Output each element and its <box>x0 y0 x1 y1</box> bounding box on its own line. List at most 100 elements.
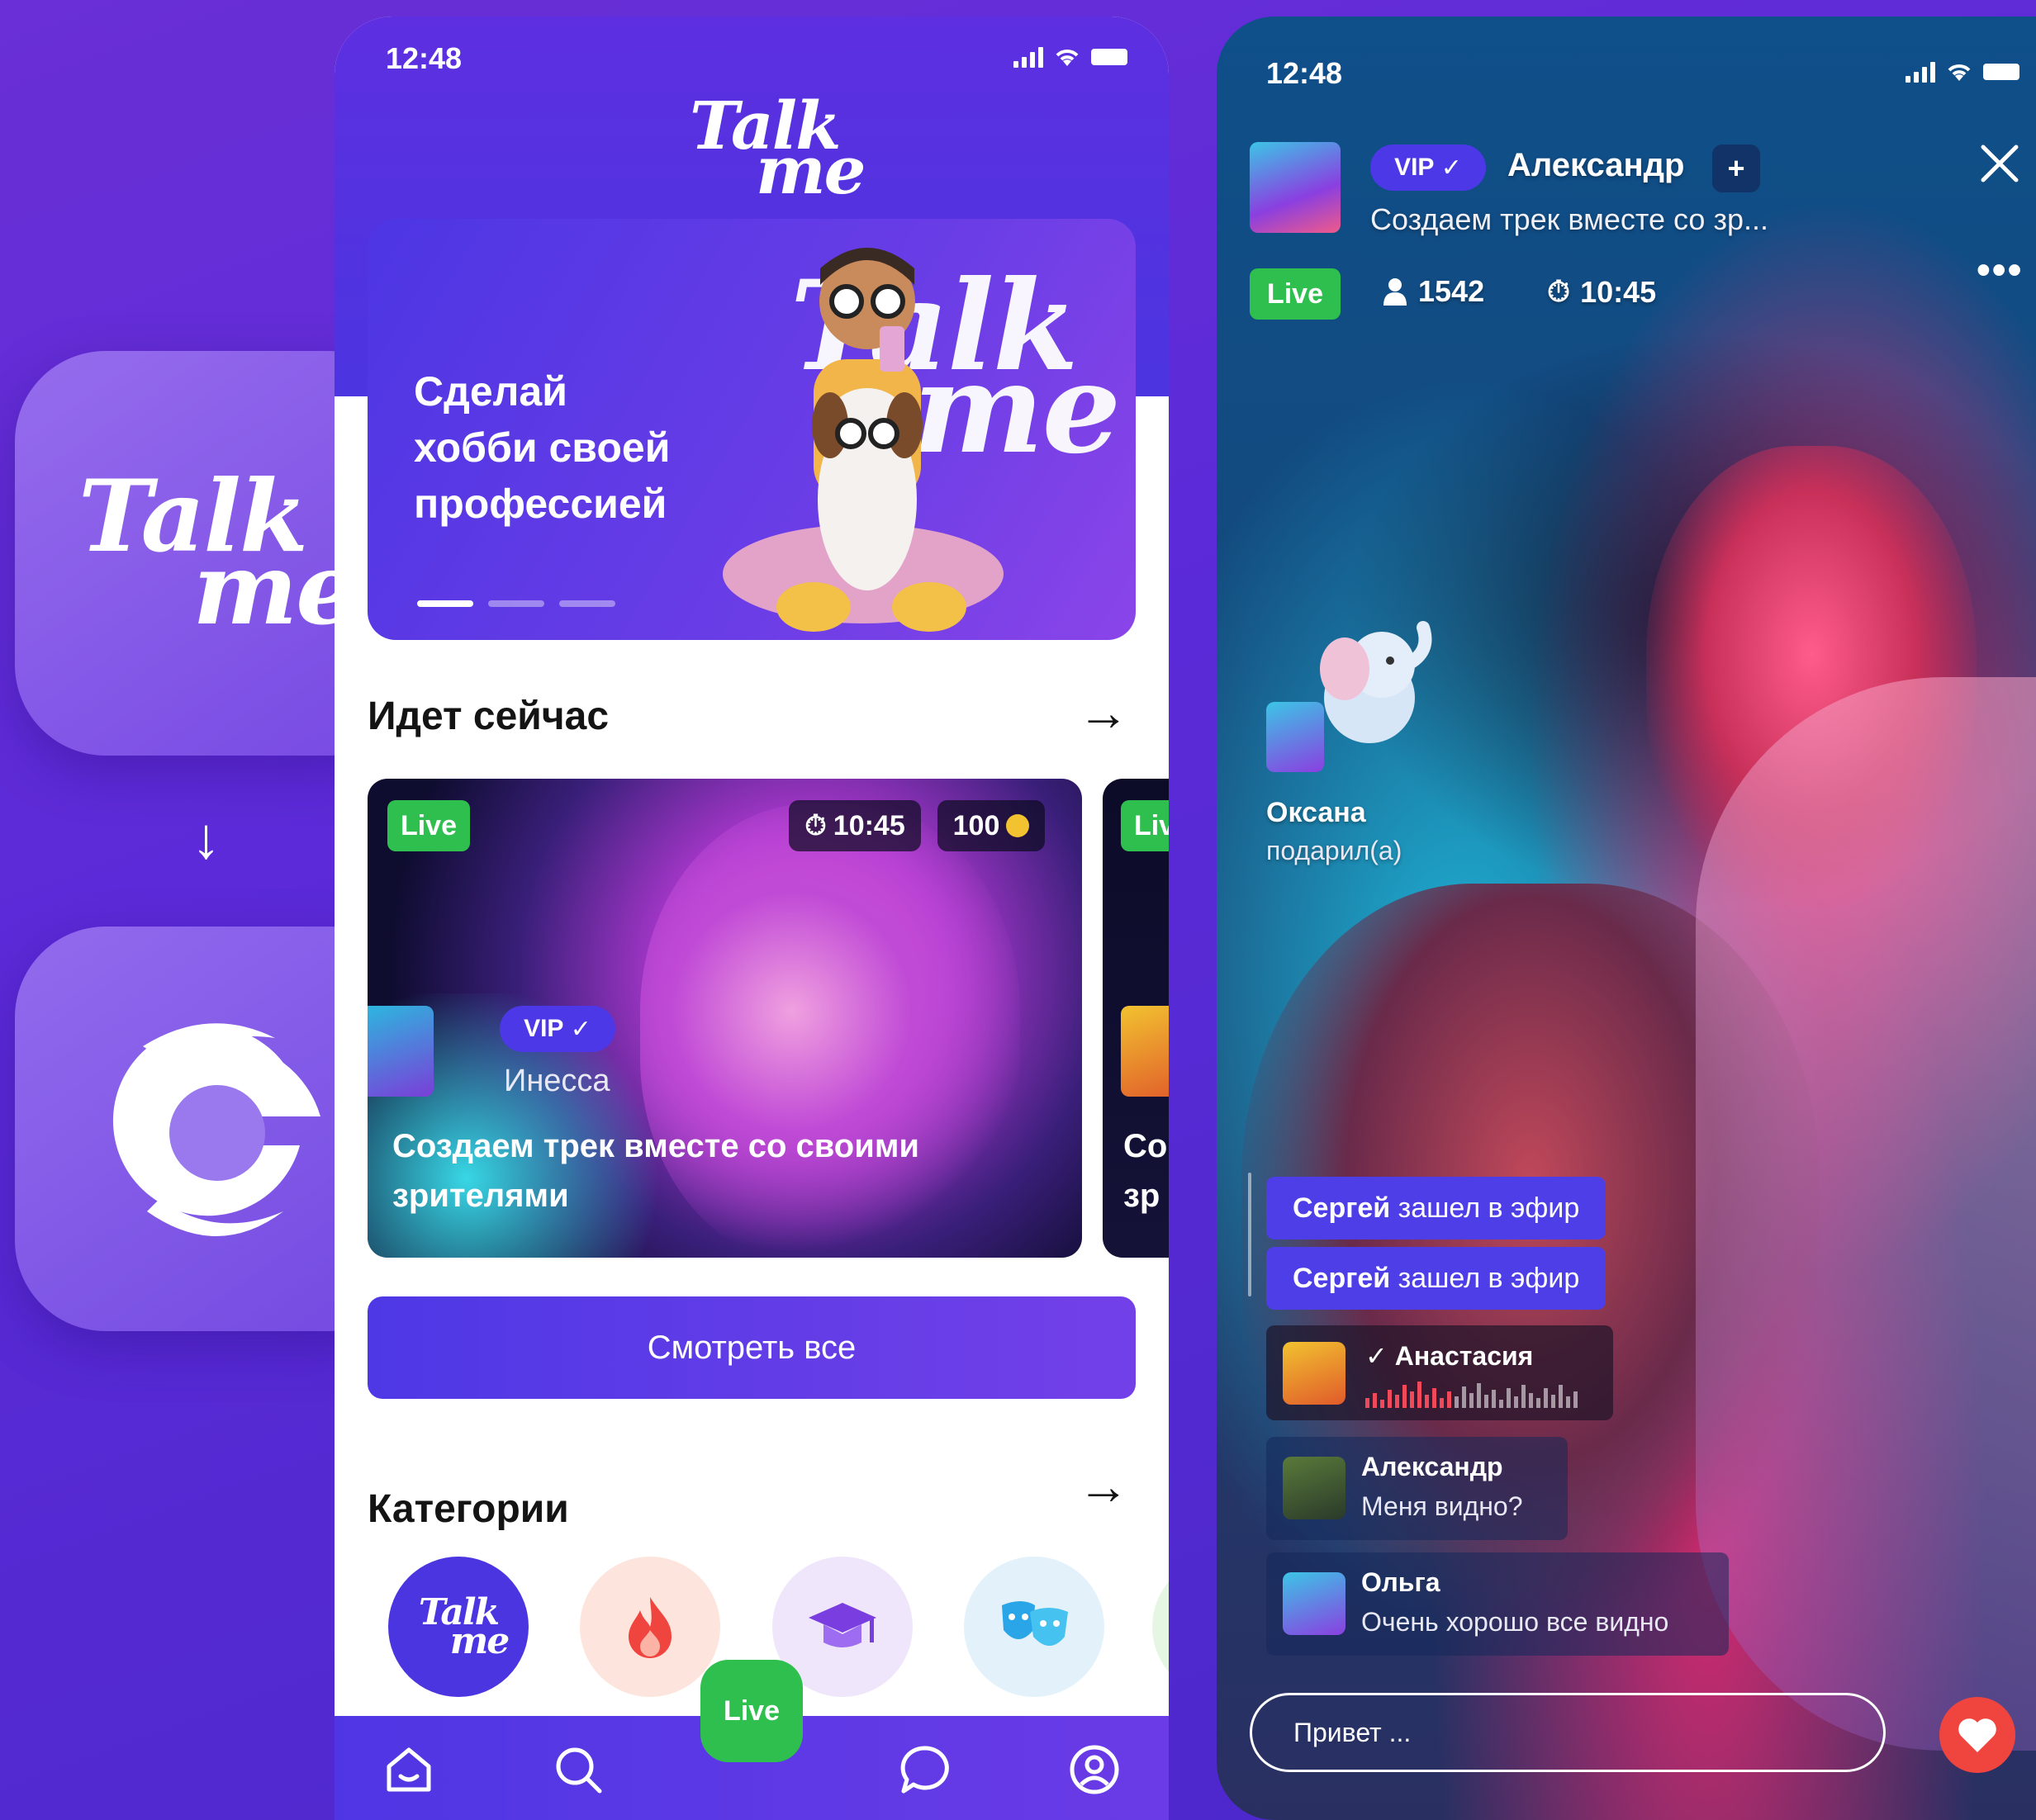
live-badge: Live <box>387 800 470 851</box>
live-badge: Live <box>1250 268 1341 320</box>
stream-title: Создаем трек вместе со зр... <box>1370 202 1768 236</box>
stopwatch-icon: ⏱ <box>1547 274 1571 308</box>
stream-duration-value: 10:45 <box>1580 274 1657 309</box>
graduation-cap-icon <box>809 1603 876 1647</box>
status-time-2: 12:48 <box>1266 56 1343 90</box>
stream-timer-value: 10:45 <box>833 809 905 841</box>
gift-action: подарил(а) <box>1266 836 1402 865</box>
join-event-text: зашел в эфир <box>1398 1192 1580 1224</box>
status-time: 12:48 <box>386 41 463 75</box>
banner-line-1: Сделай <box>414 368 567 415</box>
watch-all-button[interactable]: Смотреть все <box>368 1296 1136 1399</box>
tab-chat[interactable] <box>896 1741 954 1799</box>
signal-icon <box>1905 61 1935 83</box>
voice-sender-avatar[interactable] <box>1283 1342 1345 1405</box>
message-avatar[interactable] <box>1283 1457 1345 1519</box>
pagination-dot[interactable] <box>488 600 544 607</box>
wifi-icon <box>1056 50 1079 66</box>
stream-card[interactable]: Live ⏱ 10:45 100 VIP ✓ Инесса Создаем тр… <box>368 779 1082 1258</box>
follow-button[interactable]: + <box>1712 145 1760 192</box>
host-name[interactable]: Александр <box>1507 147 1684 184</box>
home-icon <box>387 1747 431 1792</box>
phone-stream-screen: 12:48 VIP ✓ Александр + Создаем трек вме… <box>1217 17 2036 1820</box>
like-button[interactable] <box>1939 1697 2015 1773</box>
stream-title: Создаем трек вместе со своими зрителями <box>392 1121 919 1220</box>
banner-headline: Сделай хобби своей профессией <box>414 363 670 532</box>
banner-line-2: хобби своей <box>414 424 671 471</box>
tab-live-button[interactable]: Live <box>700 1660 803 1762</box>
cat-logo-word-2: me <box>449 1620 510 1662</box>
join-event-user: Сергей <box>1293 1262 1391 1294</box>
battery-icon <box>1983 64 2019 80</box>
gift-sender-avatar[interactable] <box>1266 702 1324 772</box>
message-text: Меня видно? <box>1361 1491 1523 1521</box>
banner-line-3: профессией <box>414 481 667 527</box>
join-event-text: зашел в эфир <box>1398 1262 1580 1294</box>
g-logo-icon <box>112 1023 320 1236</box>
vip-label: VIP <box>524 1015 564 1042</box>
check-icon: ✓ <box>1365 1341 1388 1371</box>
chat-icon <box>900 1746 949 1794</box>
audio-waveform[interactable] <box>1365 1377 1597 1410</box>
category-more[interactable] <box>1152 1557 1169 1697</box>
promo-banner[interactable]: Talk me Сделай хобби своей профессией <box>368 219 1136 640</box>
gift-sender-name: Оксана <box>1266 797 1366 828</box>
host-vip-badge: VIP ✓ <box>1370 145 1486 191</box>
character-illustration <box>723 248 1004 632</box>
chat-message[interactable]: Александр Меня видно? <box>1266 1437 1568 1540</box>
tab-profile[interactable] <box>1065 1741 1123 1799</box>
vip-badge: VIP ✓ <box>500 1006 615 1052</box>
chat-input-placeholder: Привет ... <box>1293 1717 1412 1747</box>
battery-icon <box>1091 49 1127 65</box>
category-theater[interactable] <box>964 1557 1104 1697</box>
check-icon: ✓ <box>1440 154 1462 182</box>
join-event: Сергей зашел в эфир <box>1266 1247 1606 1310</box>
categories-arrow-icon[interactable]: → <box>1078 1457 1129 1516</box>
events-divider <box>1248 1173 1251 1296</box>
banner-pagination[interactable] <box>417 600 615 607</box>
header-logo-word-2: me <box>756 131 866 209</box>
voice-message-row[interactable]: ✓ Анастасия <box>1266 1325 1613 1420</box>
tab-search[interactable] <box>549 1741 607 1799</box>
logo-word-2: me <box>192 531 358 647</box>
status-icons-2 <box>1905 61 2019 83</box>
status-icons <box>1013 46 1127 68</box>
status-bar: 12:48 <box>335 41 1169 91</box>
voice-sender-name: Анастасия <box>1394 1341 1534 1371</box>
tab-home[interactable] <box>380 1741 438 1799</box>
stream-coins: 100 <box>937 800 1045 851</box>
live-badge-2: Live <box>1121 800 1169 851</box>
heart-icon <box>1958 1718 1996 1752</box>
chat-input[interactable]: Привет ... <box>1250 1693 1886 1772</box>
viewer-count: 1542 <box>1382 274 1484 309</box>
wifi-icon <box>1948 64 1971 81</box>
viewer-count-value: 1542 <box>1418 274 1485 308</box>
stream-title-line-1: Создаем трек вместе со своими <box>392 1128 920 1164</box>
host-avatar[interactable] <box>1250 142 1341 233</box>
theater-masks-icon <box>1002 1601 1068 1646</box>
search-icon <box>556 1747 602 1794</box>
streamer-avatar-2[interactable] <box>1121 1006 1169 1097</box>
pagination-dot-active[interactable] <box>417 600 473 607</box>
pagination-dot[interactable] <box>559 600 615 607</box>
now-section-title: Идет сейчас <box>368 694 610 738</box>
close-icon[interactable] <box>1977 140 2023 191</box>
join-event-user: Сергей <box>1293 1192 1391 1224</box>
coin-icon <box>1006 814 1030 837</box>
category-talkme[interactable]: Talk me <box>388 1557 529 1697</box>
status-bar-2: 12:48 <box>1217 56 2036 106</box>
stream-card-2[interactable]: Live Со зр <box>1103 779 1169 1258</box>
streamer-name: Инесса <box>504 1064 610 1098</box>
more-options-icon[interactable]: ••• <box>1977 248 2023 293</box>
check-icon: ✓ <box>570 1015 591 1043</box>
streamer-avatar[interactable] <box>368 1006 434 1097</box>
stream-title-line-2: зрителями <box>392 1178 569 1214</box>
message-avatar[interactable] <box>1283 1572 1345 1635</box>
join-event: Сергей зашел в эфир <box>1266 1177 1606 1239</box>
stream-coins-value: 100 <box>952 809 1000 841</box>
chat-message[interactable]: Ольга Очень хорошо все видно <box>1266 1552 1729 1656</box>
category-fire[interactable] <box>580 1557 720 1697</box>
categories-section-title: Категории <box>368 1487 569 1531</box>
stream-timer: ⏱ 10:45 <box>789 800 921 851</box>
now-section-arrow-icon[interactable]: → <box>1078 684 1129 742</box>
